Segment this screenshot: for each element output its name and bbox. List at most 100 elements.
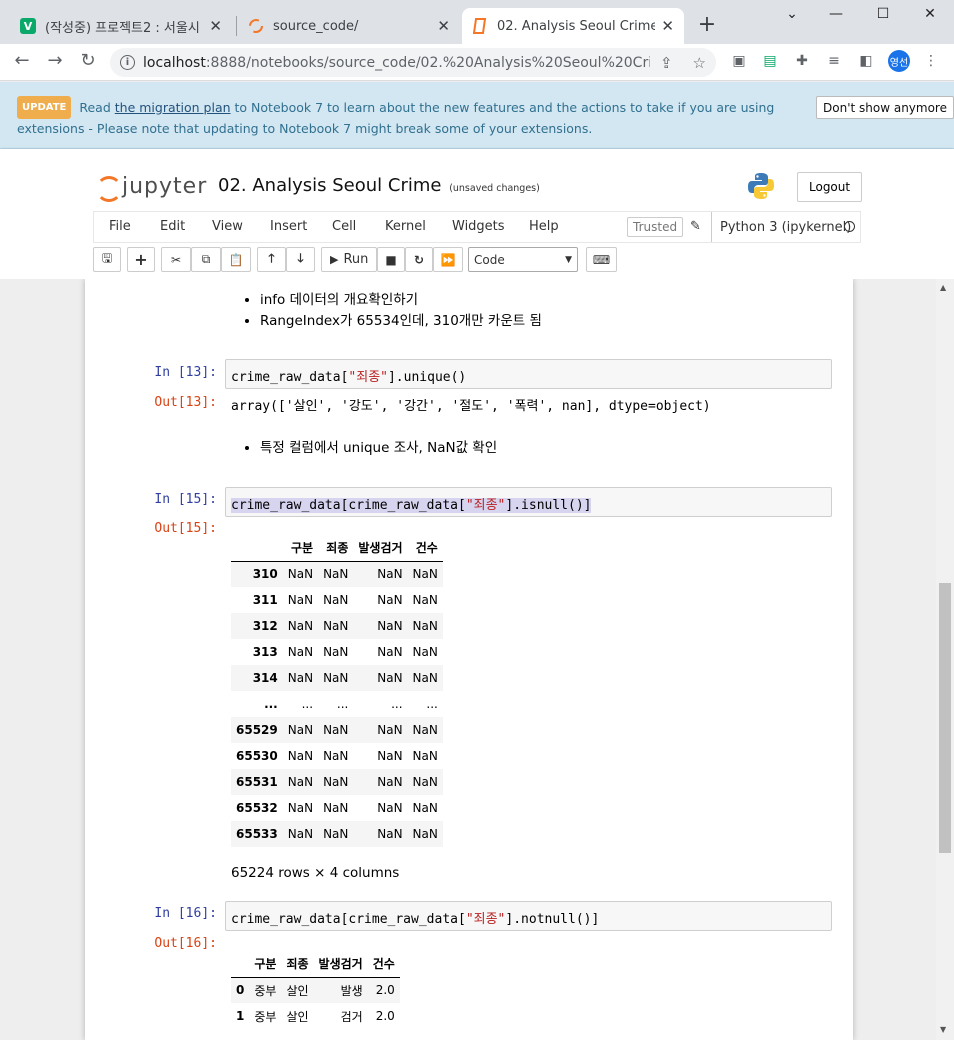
table-row: 313 NaN NaN NaN NaN: [231, 639, 443, 665]
code-cell-13[interactable]: crime_raw_data["죄종"].unique(): [225, 359, 832, 389]
dont-show-anymore-button[interactable]: Don't show anymore: [816, 96, 954, 119]
close-tab-icon[interactable]: ✕: [209, 17, 222, 35]
notebook-site: info 데이터의 개요확인하기 RangeIndex가 65534인데, 31…: [0, 279, 936, 1040]
menu-widgets[interactable]: Widgets: [452, 219, 505, 234]
table-cell: NaN: [287, 827, 314, 841]
scroll-up-icon[interactable]: ▲: [940, 283, 946, 292]
scrollbar-thumb[interactable]: [939, 583, 951, 853]
table-cell: NaN: [323, 645, 349, 659]
code-text: ].unique(): [387, 370, 467, 385]
table-column-header: 발생검거: [313, 951, 368, 978]
cell-type-value: Code: [474, 252, 505, 267]
share-icon[interactable]: ⇪: [660, 54, 673, 72]
profile-avatar[interactable]: 영선: [888, 50, 910, 72]
menu-edit[interactable]: Edit: [160, 219, 185, 234]
paste-icon: 📋: [228, 252, 244, 267]
code-text: crime_raw_data[crime_raw_data[: [231, 912, 466, 927]
forward-icon[interactable]: →: [43, 50, 67, 71]
velog-icon: V: [20, 18, 36, 34]
move-down-button[interactable]: 🡓: [286, 247, 315, 272]
browser-tab-notebook[interactable]: 02. Analysis Seoul Crime - Jupy ✕: [462, 8, 684, 44]
minimize-icon[interactable]: —: [826, 6, 846, 22]
close-tab-icon[interactable]: ✕: [437, 17, 450, 35]
url-host: localhost: [143, 54, 206, 71]
side-panel-icon[interactable]: ◧: [856, 53, 876, 69]
browser-tab-strip: V (작성중) 프로젝트2 : 서울시 범 ✕ source_code/ ✕ 0…: [0, 0, 954, 44]
notebook-name[interactable]: 02. Analysis Seoul Crime (unsaved change…: [218, 175, 540, 196]
table-cell: ...: [301, 697, 314, 711]
table-row: 65531 NaN NaN NaN NaN: [231, 769, 443, 795]
table-cell: NaN: [377, 723, 403, 737]
markdown-cell-unique[interactable]: 특정 컬럼에서 unique 조사, NaN값 확인: [244, 438, 497, 459]
site-info-icon[interactable]: i: [120, 55, 135, 70]
menu-kernel[interactable]: Kernel: [385, 219, 426, 234]
restart-run-all-button[interactable]: ⏩: [433, 247, 463, 272]
trusted-indicator[interactable]: Trusted: [627, 217, 684, 237]
table-cell: NaN: [323, 671, 349, 685]
table-cell: NaN: [377, 593, 403, 607]
run-label: Run: [343, 252, 369, 267]
table-cell: NaN: [287, 775, 314, 789]
run-button[interactable]: ▶ Run: [321, 247, 377, 272]
menu-help[interactable]: Help: [529, 219, 559, 234]
move-up-button[interactable]: 🡑: [257, 247, 286, 272]
bookmark-star-icon[interactable]: ☆: [693, 54, 706, 72]
output-text: array(['살인', '강도', '강간', '절도', '폭력', nan…: [231, 399, 711, 414]
menu-insert[interactable]: Insert: [270, 219, 307, 234]
table-cell: ...: [391, 697, 403, 711]
interrupt-button[interactable]: ■: [377, 247, 405, 272]
chrome-menu-icon[interactable]: ⋮: [921, 53, 941, 69]
table-cell: NaN: [377, 801, 403, 815]
table-cell: NaN: [287, 645, 314, 659]
table-cell: NaN: [377, 619, 403, 633]
maximize-icon[interactable]: ☐: [873, 6, 893, 22]
cell-type-select[interactable]: Code ▼: [468, 247, 578, 272]
tab-title: 02. Analysis Seoul Crime - Jupy: [497, 18, 656, 34]
markdown-bullet: info 데이터의 개요확인하기: [260, 290, 542, 311]
extension-image-icon[interactable]: ▣: [729, 53, 749, 69]
tab-search-icon[interactable]: ⌄: [782, 6, 802, 22]
cut-button[interactable]: ✂: [161, 247, 191, 272]
table-cell: NaN: [287, 671, 314, 685]
table-column-header: 발생검거: [353, 535, 408, 562]
jupyter-logo[interactable]: jupyter: [96, 173, 207, 202]
new-tab-button[interactable]: +: [696, 12, 718, 37]
table-cell: NaN: [412, 775, 438, 789]
code-cell-15[interactable]: crime_raw_data[crime_raw_data["죄종"].isnu…: [225, 487, 832, 517]
reading-list-icon[interactable]: ≡: [824, 53, 844, 69]
menu-file[interactable]: File: [109, 219, 131, 234]
tab-divider: [236, 16, 237, 36]
markdown-cell-info[interactable]: info 데이터의 개요확인하기 RangeIndex가 65534인데, 31…: [244, 290, 542, 332]
menu-cell[interactable]: Cell: [332, 219, 356, 234]
banner-text-pre: Read: [79, 100, 111, 115]
save-button[interactable]: 🖫: [93, 247, 121, 272]
extensions-puzzle-icon[interactable]: ✚: [792, 53, 812, 69]
restart-button[interactable]: ↻: [405, 247, 433, 272]
paste-button[interactable]: 📋: [221, 247, 251, 272]
menu-view[interactable]: View: [212, 219, 243, 234]
copy-button[interactable]: ⧉: [191, 247, 221, 272]
scroll-down-icon[interactable]: ▼: [940, 1025, 946, 1034]
reload-icon[interactable]: ↻: [76, 50, 100, 71]
tab-title: (작성중) 프로젝트2 : 서울시 범: [45, 20, 204, 36]
update-banner: UPDATE Read the migration plan to Notebo…: [0, 82, 954, 149]
browser-tab-source-code[interactable]: source_code/ ✕: [238, 8, 460, 44]
logout-button[interactable]: Logout: [797, 172, 863, 202]
migration-plan-link[interactable]: the migration plan: [115, 100, 231, 115]
window-close-icon[interactable]: ✕: [920, 6, 940, 22]
page-scrollbar[interactable]: ▲ ▼: [936, 279, 954, 1040]
kernel-name[interactable]: Python 3 (ipykernel): [711, 212, 851, 242]
insert-cell-button[interactable]: +: [127, 247, 155, 272]
tab-title: source_code/: [273, 18, 359, 34]
close-tab-icon[interactable]: ✕: [661, 17, 674, 35]
address-bar[interactable]: i localhost:8888/notebooks/source_code/0…: [110, 48, 716, 77]
table-cell: NaN: [323, 723, 349, 737]
table-row: 311 NaN NaN NaN NaN: [231, 587, 443, 613]
back-icon[interactable]: ←: [10, 50, 34, 71]
command-palette-button[interactable]: ⌨: [586, 247, 617, 272]
browser-tab-blog[interactable]: V (작성중) 프로젝트2 : 서울시 범 ✕: [10, 8, 232, 44]
code-cell-16[interactable]: crime_raw_data[crime_raw_data["죄종"].notn…: [225, 901, 832, 931]
table-cell: NaN: [377, 775, 403, 789]
extension-green-icon[interactable]: ▤: [760, 53, 780, 69]
table-cell: NaN: [323, 619, 349, 633]
